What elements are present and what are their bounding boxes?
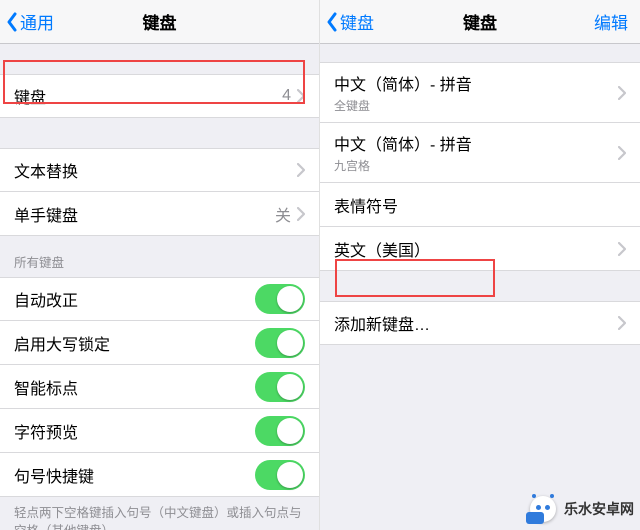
content-right: 中文（简体）- 拼音 全键盘 中文（简体）- 拼音 九宫格 表情符号 英文（美国… <box>320 44 640 530</box>
cell-label: 键盘 <box>14 84 282 108</box>
cell-label: 英文（美国） <box>334 237 618 261</box>
chevron-right-icon <box>618 86 626 100</box>
mascot-icon <box>526 494 560 524</box>
chevron-right-icon <box>297 207 305 221</box>
one-handed-keyboard-row[interactable]: 单手键盘 关 <box>0 192 319 236</box>
toggle-period-shortcut[interactable]: 句号快捷键 <box>0 453 319 497</box>
keyboards-row[interactable]: 键盘 4 <box>0 74 319 118</box>
chevron-right-icon <box>618 146 626 160</box>
cell-sublabel: 全键盘 <box>334 97 618 114</box>
toggle-char-preview[interactable]: 字符预览 <box>0 409 319 453</box>
add-new-keyboard-row[interactable]: 添加新键盘… <box>320 301 640 345</box>
cell-label: 表情符号 <box>334 193 626 217</box>
cell-label: 启用大写锁定 <box>14 331 255 355</box>
toggle-smart-punctuation[interactable]: 智能标点 <box>0 365 319 409</box>
text-replacement-row[interactable]: 文本替换 <box>0 148 319 192</box>
edit-button[interactable]: 编辑 <box>594 9 628 34</box>
navbar-left: 通用 键盘 <box>0 0 319 44</box>
cell-label: 自动改正 <box>14 287 255 311</box>
keyboard-item-pinyin-full[interactable]: 中文（简体）- 拼音 全键盘 <box>320 62 640 123</box>
navbar-right: 键盘 键盘 编辑 <box>320 0 640 44</box>
chevron-right-icon <box>618 316 626 330</box>
cell-label: 中文（简体）- 拼音 <box>334 131 618 155</box>
back-button[interactable]: 通用 <box>0 9 54 34</box>
section-header-all-keyboards: 所有键盘 <box>0 236 319 277</box>
cell-label: 文本替换 <box>14 158 297 182</box>
back-button[interactable]: 键盘 <box>320 9 374 34</box>
cell-label: 单手键盘 <box>14 202 275 226</box>
left-screen: 通用 键盘 键盘 4 文本替换 单手键盘 关 所有键盘 自动改正 <box>0 0 320 530</box>
cell-value: 关 <box>275 202 291 226</box>
watermark-text: 乐水安卓网 <box>564 499 634 519</box>
back-label: 通用 <box>20 9 54 34</box>
right-screen: 键盘 键盘 编辑 中文（简体）- 拼音 全键盘 中文（简体）- 拼音 九宫格 <box>320 0 640 530</box>
switch-icon[interactable] <box>255 372 305 402</box>
chevron-right-icon <box>618 242 626 256</box>
chevron-right-icon <box>297 89 305 103</box>
cell-label: 句号快捷键 <box>14 463 255 487</box>
keyboard-item-english-us[interactable]: 英文（美国） <box>320 227 640 271</box>
cell-sublabel: 九宫格 <box>334 157 618 174</box>
keyboard-item-pinyin-9grid[interactable]: 中文（简体）- 拼音 九宫格 <box>320 123 640 183</box>
toggle-caps-lock[interactable]: 启用大写锁定 <box>0 321 319 365</box>
cell-label: 添加新键盘… <box>334 311 618 335</box>
chevron-right-icon <box>297 163 305 177</box>
toggle-auto-correct[interactable]: 自动改正 <box>0 277 319 321</box>
cell-value: 4 <box>282 87 291 105</box>
switch-icon[interactable] <box>255 284 305 314</box>
back-label: 键盘 <box>340 9 374 34</box>
switch-icon[interactable] <box>255 460 305 490</box>
chevron-left-icon <box>6 12 18 32</box>
footer-note: 轻点两下空格键插入句号（中文键盘）或插入句点与空格（其他键盘）。 <box>0 497 319 530</box>
cell-label: 字符预览 <box>14 419 255 443</box>
switch-icon[interactable] <box>255 328 305 358</box>
keyboard-item-emoji[interactable]: 表情符号 <box>320 183 640 227</box>
cell-label: 中文（简体）- 拼音 <box>334 71 618 95</box>
cell-label: 智能标点 <box>14 375 255 399</box>
content-left: 键盘 4 文本替换 单手键盘 关 所有键盘 自动改正 启用大写锁定 <box>0 44 319 530</box>
switch-icon[interactable] <box>255 416 305 446</box>
chevron-left-icon <box>326 12 338 32</box>
watermark: 乐水安卓网 <box>526 494 634 524</box>
